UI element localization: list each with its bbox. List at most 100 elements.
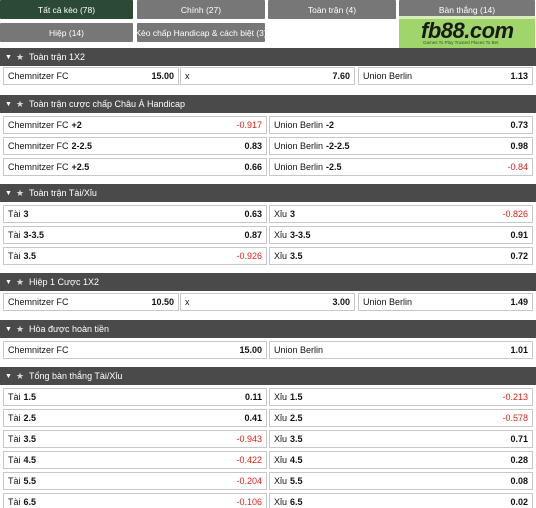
odds-cell[interactable]: Xỉu 3.5 0.72 — [269, 247, 533, 265]
odds-cell[interactable]: Tài 3.5 -0.943 — [3, 430, 267, 448]
star-icon[interactable]: ★ — [16, 52, 24, 63]
odds-cell[interactable]: Tài 3-3.5 0.87 — [3, 226, 267, 244]
selection-name: Tài — [8, 497, 21, 507]
odds-cell[interactable]: Tài 1.5 0.11 — [3, 388, 267, 406]
selection-name: Tài — [8, 209, 21, 219]
selection-label: Xỉu 5.5 — [274, 476, 510, 486]
odds-value: -0.422 — [236, 455, 262, 465]
chevron-down-icon[interactable]: ▼ — [5, 326, 12, 333]
tab-half[interactable]: Hiệp (14) — [0, 23, 133, 42]
selection-name: Tài — [8, 230, 21, 240]
selection-label: Chemnitzer FC 2-2.5 — [8, 141, 244, 151]
selection-name: Tài — [8, 476, 21, 486]
selection-label: Chemnitzer FC +2 — [8, 120, 236, 130]
star-icon[interactable]: ★ — [16, 188, 24, 199]
market-header[interactable]: ▼ ★ Toàn trận Tài/Xỉu — [0, 184, 536, 202]
selection-label: Xỉu 4.5 — [274, 455, 510, 465]
handicap-line: -2-2.5 — [326, 141, 350, 151]
chevron-down-icon[interactable]: ▼ — [5, 373, 12, 380]
odds-cell[interactable]: Union Berlin 1.49 — [358, 293, 533, 311]
odds-cell[interactable]: Union Berlin -2 0.73 — [269, 116, 533, 134]
selection-label: Tài 2.5 — [8, 413, 244, 423]
handicap-line: 2-2.5 — [71, 141, 93, 151]
odds-cell[interactable]: Xỉu 3-3.5 0.91 — [269, 226, 533, 244]
odds-cell[interactable]: Union Berlin 1.01 — [269, 341, 533, 359]
market-title: Hiệp 1 Cược 1X2 — [29, 277, 99, 287]
odds-cell[interactable]: Tài 6.5 -0.106 — [3, 493, 267, 508]
odds-cell[interactable]: x 3.00 — [180, 293, 355, 311]
market-title: Tổng bàn thắng Tài/Xỉu — [29, 371, 123, 381]
star-icon[interactable]: ★ — [16, 371, 24, 382]
selection-name: x — [185, 297, 190, 307]
odds-cell[interactable]: Xỉu 3 -0.826 — [269, 205, 533, 223]
star-icon[interactable]: ★ — [16, 277, 24, 288]
odds-cell[interactable]: Xỉu 4.5 0.28 — [269, 451, 533, 469]
chevron-down-icon[interactable]: ▼ — [5, 190, 12, 197]
tab-full-match[interactable]: Toàn trận (4) — [268, 0, 396, 19]
odds-value: -0.84 — [507, 162, 528, 172]
selection-label: Chemnitzer FC — [8, 345, 239, 355]
odds-value: 0.41 — [244, 413, 262, 423]
market-header[interactable]: ▼ ★ Hiệp 1 Cược 1X2 — [0, 273, 536, 291]
odds-cell[interactable]: Chemnitzer FC +2 -0.917 — [3, 116, 267, 134]
handicap-line: 4.5 — [290, 455, 303, 465]
odds-cell[interactable]: Chemnitzer FC 15.00 — [3, 67, 179, 85]
odds-cell[interactable]: Chemnitzer FC 2-2.5 0.83 — [3, 137, 267, 155]
tab-label: Tất cả kèo (78) — [37, 4, 96, 15]
market-header[interactable]: ▼ ★ Toàn trận cược chấp Châu Á Handicap — [0, 95, 536, 113]
tab-main[interactable]: Chính (27) — [137, 0, 265, 19]
handicap-line: 3.5 — [290, 434, 303, 444]
odds-value: 0.73 — [510, 120, 528, 130]
odds-value: 0.28 — [510, 455, 528, 465]
selection-label: Xỉu 3.5 — [274, 251, 510, 261]
selection-name: Chemnitzer FC — [8, 120, 69, 130]
odds-cell[interactable]: Union Berlin 1.13 — [358, 67, 533, 85]
odds-cell[interactable]: Tài 2.5 0.41 — [3, 409, 267, 427]
handicap-line: 6.5 — [23, 497, 37, 507]
tab-handicap[interactable]: Kèo chấp Handicap & cách biệt (3) — [135, 23, 267, 42]
odds-cell[interactable]: Tài 4.5 -0.422 — [3, 451, 267, 469]
star-icon[interactable]: ★ — [16, 324, 24, 335]
handicap-line: 1.5 — [23, 392, 37, 402]
market-header[interactable]: ▼ ★ Toàn trận 1X2 — [0, 48, 536, 66]
odds-cell[interactable]: Xỉu 1.5 -0.213 — [269, 388, 533, 406]
odds-cell[interactable]: Chemnitzer FC 10.50 — [3, 293, 179, 311]
chevron-down-icon[interactable]: ▼ — [5, 54, 12, 61]
selection-name: Chemnitzer FC — [8, 162, 69, 172]
selection-name: Union Berlin — [274, 345, 324, 355]
odds-cell[interactable]: Chemnitzer FC +2.5 0.66 — [3, 158, 267, 176]
chevron-down-icon[interactable]: ▼ — [5, 101, 12, 108]
odds-cell[interactable]: Tài 5.5 -0.204 — [3, 472, 267, 490]
odds-cell[interactable]: Xỉu 3.5 0.71 — [269, 430, 533, 448]
odds-cell[interactable]: Chemnitzer FC 15.00 — [3, 341, 267, 359]
market-header[interactable]: ▼ ★ Hòa được hoàn tiền — [0, 320, 536, 338]
market-title: Hòa được hoàn tiền — [29, 324, 109, 334]
odds-cell[interactable]: Xỉu 2.5 -0.578 — [269, 409, 533, 427]
tab-all[interactable]: Tất cả kèo (78) — [0, 0, 133, 19]
odds-value: 7.60 — [332, 71, 350, 81]
market-title: Toàn trận cược chấp Châu Á Handicap — [29, 99, 186, 109]
odds-cell[interactable]: x 7.60 — [180, 67, 355, 85]
odds-cell[interactable]: Xỉu 5.5 0.08 — [269, 472, 533, 490]
selection-name: Xỉu — [274, 497, 288, 507]
odds-cell[interactable]: Tài 3.5 -0.926 — [3, 247, 267, 265]
selection-label: x — [185, 297, 332, 307]
selection-name: Tài — [8, 434, 21, 444]
selection-name: Union Berlin — [274, 141, 324, 151]
odds-cell[interactable]: Xỉu 6.5 0.02 — [269, 493, 533, 508]
fb88-logo[interactable]: fb88.com Games To Play Trusted Places To… — [399, 16, 535, 48]
selection-label: Tài 3-3.5 — [8, 230, 244, 240]
star-icon[interactable]: ★ — [16, 99, 24, 110]
market-header[interactable]: ▼ ★ Tổng bàn thắng Tài/Xỉu — [0, 367, 536, 385]
selection-label: Xỉu 2.5 — [274, 413, 502, 423]
handicap-line: 4.5 — [23, 455, 37, 465]
chevron-down-icon[interactable]: ▼ — [5, 279, 12, 286]
odds-cell[interactable]: Union Berlin -2.5 -0.84 — [269, 158, 533, 176]
odds-cell[interactable]: Tài 3 0.63 — [3, 205, 267, 223]
odds-cell[interactable]: Union Berlin -2-2.5 0.98 — [269, 137, 533, 155]
odds-value: -0.106 — [236, 497, 262, 507]
handicap-line: 3 — [290, 209, 296, 219]
market-title: Toàn trận 1X2 — [29, 52, 86, 62]
selection-name: Xỉu — [274, 209, 288, 219]
selection-label: Union Berlin -2 — [274, 120, 510, 130]
